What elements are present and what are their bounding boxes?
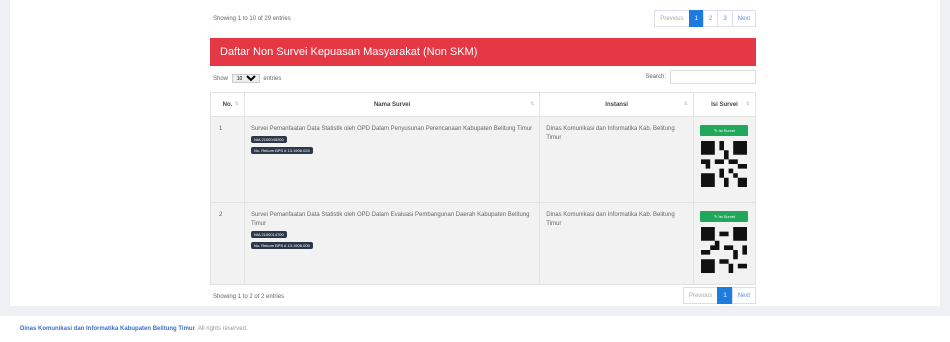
sort-icon: ⇅ [530, 101, 535, 107]
survey-name: Survei Pemanfaatan Data Statistik oleh O… [250, 126, 533, 132]
panel-title: Daftar Non Survei Kepuasan Masyarakat (N… [210, 38, 756, 66]
sort-icon: ⇅ [234, 101, 239, 107]
sort-icon: ⇅ [683, 101, 688, 107]
column-no-label: No. [222, 101, 233, 108]
isi-survei-button[interactable]: ✎ Isi Survei [700, 211, 749, 222]
table-controls: Show 10 entries Search: [210, 68, 756, 88]
bottom-next-button[interactable]: Next [731, 287, 756, 304]
instansi-cell: Dinas Komunikasi dan Informatika Kab. Be… [539, 116, 694, 203]
column-instansi-label: Instansi [605, 101, 628, 108]
nia-badge: NIA 2100014700 [250, 231, 287, 238]
survey-name: Survei Pemanfaatan Data Statistik oleh O… [250, 212, 530, 227]
survey-name-cell: Survei Pemanfaatan Data Statistik oleh O… [243, 202, 541, 285]
column-isi-survei[interactable]: Isi Survei ⇅ [692, 92, 757, 117]
bottom-page-1-button[interactable]: 1 [717, 287, 733, 304]
top-page-3-button[interactable]: 3 [717, 10, 733, 27]
top-previous-button[interactable]: Previous [654, 10, 690, 27]
entries-label: entries [263, 76, 282, 82]
footer-org-link[interactable]: Dinas Komunikasi dan Informatika Kabupat… [20, 326, 195, 332]
column-nama-survei[interactable]: Nama Survei ⇅ [243, 92, 541, 117]
isi-survei-cell: ✎ Isi Survei [692, 116, 757, 203]
entries-control: Show 10 entries [213, 74, 281, 83]
top-next-button[interactable]: Next [731, 10, 756, 27]
column-no[interactable]: No. ⇅ [210, 92, 245, 117]
column-isi-label: Isi Survei [711, 101, 738, 108]
bottom-pagination: Previous 1 Next [682, 287, 756, 304]
top-showing-text: Showing 1 to 10 of 29 entries [213, 16, 291, 22]
bottom-table-info: Showing 1 to 2 of 2 entries Previous 1 N… [210, 284, 756, 306]
top-pagination: Previous 1 2 3 Next [654, 10, 756, 27]
survey-table: No. ⇅ Nama Survei ⇅ Instansi ⇅ Isi Survei ⇅ … [210, 92, 757, 285]
table-row: 1 Survei Pemanfaatan Data Statistik oleh… [210, 116, 757, 203]
search-input[interactable] [670, 70, 756, 84]
search-label: Search: [645, 74, 666, 80]
top-table-info: Showing 1 to 10 of 29 entries Previous 1… [210, 8, 756, 30]
sort-icon: ⇅ [745, 101, 750, 107]
column-instansi[interactable]: Instansi ⇅ [539, 92, 694, 117]
isi-survei-label: Isi Survei [718, 214, 735, 219]
row-number: 1 [210, 116, 245, 203]
isi-survei-label: Isi Survei [718, 128, 735, 133]
isi-survei-cell: ✎ Isi Survei [692, 202, 757, 285]
top-page-1-button[interactable]: 1 [688, 10, 704, 27]
footer-rights: . All rights reserved. [194, 326, 248, 332]
column-nama-label: Nama Survei [373, 101, 411, 108]
show-label: Show [213, 76, 229, 82]
page-footer: Dinas Komunikasi dan Informatika Kabupat… [0, 316, 950, 342]
isi-survei-button[interactable]: ✎ Isi Survei [700, 125, 749, 136]
nia-badge: NIA 2100045200 [250, 136, 287, 143]
table-row: 2 Survei Pemanfaatan Data Statistik oleh… [210, 202, 757, 285]
qr-code-icon [701, 227, 748, 273]
top-page-2-button[interactable]: 2 [702, 10, 719, 27]
bottom-previous-button[interactable]: Previous [682, 287, 719, 304]
instansi-cell: Dinas Komunikasi dan Informatika Kab. Be… [539, 202, 694, 285]
row-number: 2 [210, 202, 245, 285]
rekom-badge: No. Rekom BPS # 13.1906.009 [250, 242, 313, 249]
qr-code-icon [701, 141, 748, 187]
entries-select[interactable]: 10 [231, 74, 260, 83]
bottom-showing-text: Showing 1 to 2 of 2 entries [213, 294, 285, 300]
survey-name-cell: Survei Pemanfaatan Data Statistik oleh O… [243, 116, 541, 203]
rekom-badge: No. Rekom BPS # 13.1906.024 [250, 147, 313, 154]
